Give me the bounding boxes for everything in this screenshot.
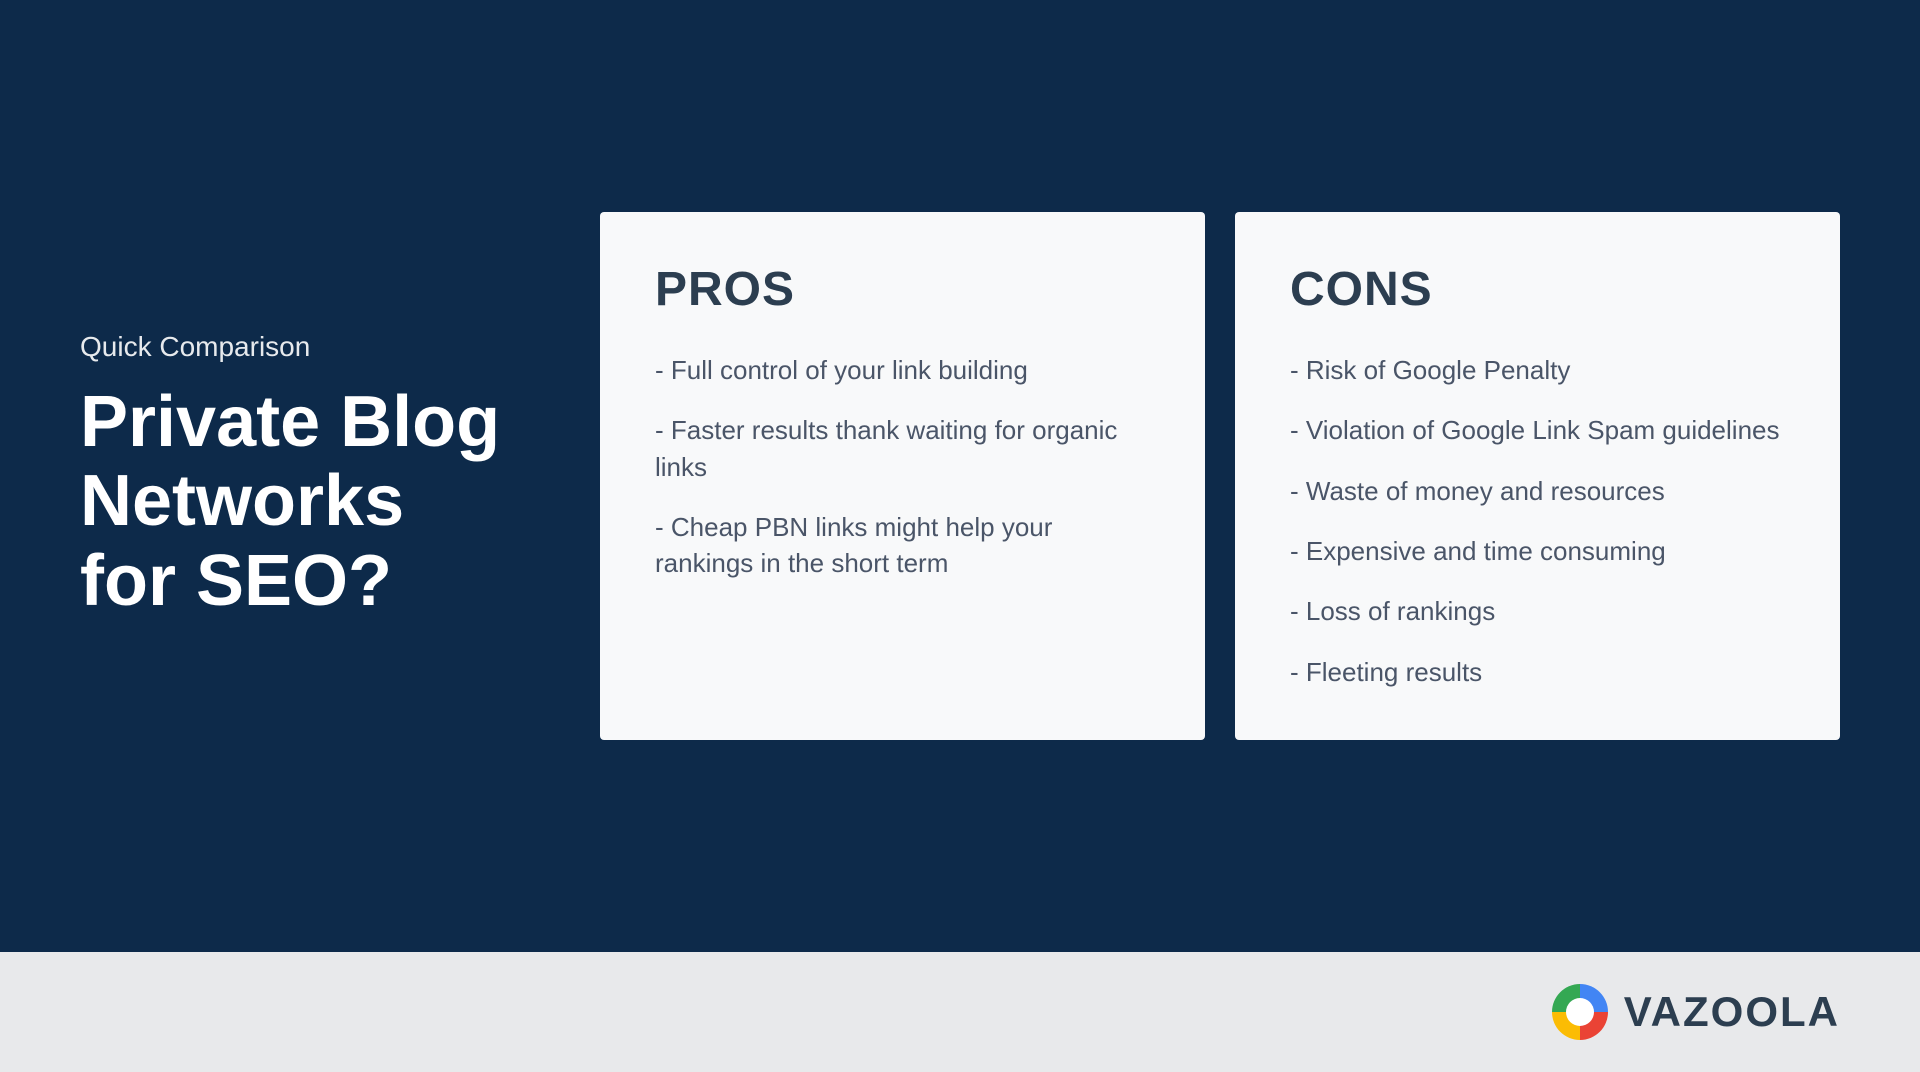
- cons-item-1: - Risk of Google Penalty: [1290, 352, 1785, 388]
- footer: VAZOOLA: [0, 952, 1920, 1072]
- cons-item-4: - Expensive and time consuming: [1290, 533, 1785, 569]
- left-section: Quick Comparison Private Blog Networks f…: [80, 331, 560, 621]
- cons-item-2: - Violation of Google Link Spam guidelin…: [1290, 412, 1785, 448]
- cons-card: CONS - Risk of Google Penalty - Violatio…: [1235, 212, 1840, 740]
- cons-item-5: - Loss of rankings: [1290, 593, 1785, 629]
- logo-text: VAZOOLA: [1624, 988, 1840, 1036]
- title-line2: Networks: [80, 461, 404, 541]
- logo-container: VAZOOLA: [1548, 980, 1840, 1044]
- cons-item-6: - Fleeting results: [1290, 654, 1785, 690]
- main-area: Quick Comparison Private Blog Networks f…: [0, 0, 1920, 952]
- pros-item-2: - Faster results thank waiting for organ…: [655, 412, 1150, 485]
- cons-title: CONS: [1290, 262, 1785, 317]
- cons-items: - Risk of Google Penalty - Violation of …: [1290, 352, 1785, 690]
- vazoola-logo-icon: [1548, 980, 1612, 1044]
- cons-item-3: - Waste of money and resources: [1290, 473, 1785, 509]
- quick-comparison-label: Quick Comparison: [80, 331, 520, 363]
- pros-item-1: - Full control of your link building: [655, 352, 1150, 388]
- main-title: Private Blog Networks for SEO?: [80, 383, 520, 621]
- pros-title: PROS: [655, 262, 1150, 317]
- pros-items: - Full control of your link building - F…: [655, 352, 1150, 582]
- pros-card: PROS - Full control of your link buildin…: [600, 212, 1205, 740]
- title-line3: for SEO?: [80, 541, 392, 621]
- title-line1: Private Blog: [80, 382, 500, 462]
- cards-section: PROS - Full control of your link buildin…: [560, 212, 1840, 740]
- pros-item-3: - Cheap PBN links might help your rankin…: [655, 509, 1150, 582]
